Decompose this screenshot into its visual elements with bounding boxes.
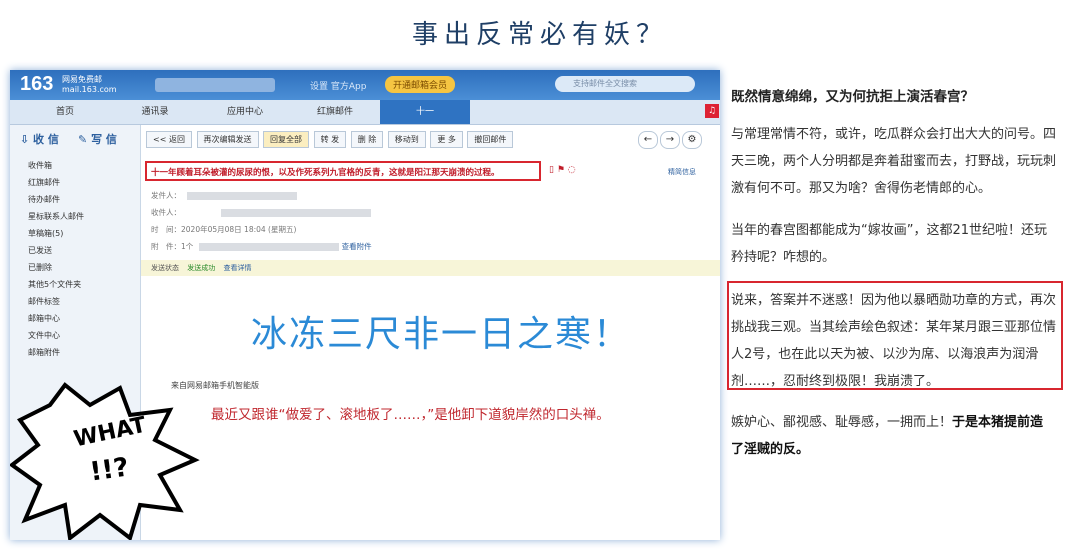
status-ok: 发送成功 (187, 264, 216, 272)
write-label: 写 信 (91, 133, 117, 146)
delete-button[interactable]: 删 除 (350, 131, 384, 148)
receive-label: 收 信 (33, 133, 59, 146)
headline: 事出反常必有妖？ (411, 20, 668, 50)
email-screenshot: 163 网易免费邮 mail.163.com 设置 官方App 开通邮箱会员 支… (10, 70, 720, 540)
account-blur (155, 78, 275, 92)
folder-deleted[interactable]: 已删除 (28, 259, 84, 276)
vip-button[interactable]: 开通邮箱会员 (385, 76, 456, 93)
next-icon[interactable]: → (660, 131, 680, 149)
folder-todo[interactable]: 待办邮件 (28, 191, 84, 208)
meta-to: 收件人： (151, 204, 372, 221)
simple-view-link[interactable]: 精简信息 (668, 167, 696, 177)
forward-button[interactable]: 转 发 (313, 131, 347, 148)
p4-normal: 嫉妒心、鄙视感、耻辱感，一拥而上！ (731, 415, 953, 430)
article-title: 既然情意绵绵，又为何抗拒上演活春宫？ (731, 89, 974, 105)
move-button[interactable]: 移动到 (387, 131, 426, 148)
tab-apps[interactable]: 应用中心 (200, 100, 290, 124)
to-blur (221, 209, 371, 217)
receive-button[interactable]: ⇩ 收 信 (20, 133, 59, 146)
folder-mail-center[interactable]: 邮箱中心 (28, 310, 84, 327)
more-button[interactable]: 更 多 (430, 131, 463, 148)
folder-file-center[interactable]: 文件中心 (28, 327, 84, 344)
logo-sub-line2: mail.163.com (62, 85, 117, 94)
reply-all-button[interactable]: 回复全部 (263, 131, 310, 148)
mail-big-text: 冰冻三尺非一日之寒！ (251, 314, 632, 355)
tab-flagged[interactable]: 红旗邮件 (290, 100, 380, 124)
sidebar-buttons: ⇩ 收 信 ✎ 写 信 (20, 131, 117, 147)
burst-marks: !!? (88, 452, 131, 488)
view-attachment-link[interactable]: 查看附件 (342, 242, 372, 251)
folder-list: 收件箱 红旗邮件 待办邮件 星标联系人邮件 草稿箱(5) 已发送 已删除 其他5… (28, 157, 84, 361)
meta-time: 时 间：2020年05月08日 18:04 (星期五) (151, 221, 372, 238)
back-button[interactable]: << 返回 (146, 131, 192, 148)
meta-from: 发件人： (151, 187, 372, 204)
folder-tags[interactable]: 邮件标签 (28, 293, 84, 310)
mail-toolbar: << 返回 再次编辑发送 回复全部 转 发 删 除 移动到 更 多 撤回邮件 (146, 131, 515, 149)
write-button[interactable]: ✎ 写 信 (78, 133, 117, 146)
logo-sub-line1: 网易免费邮 (62, 75, 102, 84)
mail-tabs: 首页 通讯录 应用中心 红旗邮件 十一 ♫ (10, 100, 720, 125)
resend-button[interactable]: 再次编辑发送 (196, 131, 259, 148)
folder-drafts[interactable]: 草稿箱(5) (28, 225, 84, 242)
folder-other[interactable]: 其他5个文件夹 (28, 276, 84, 293)
mail-red-line: 最近又跟谁“做爱了、滚地板了……，”是他卸下道貌岸然的口头禅。 (211, 407, 610, 423)
mail-meta: 发件人： 收件人： 时 间：2020年05月08日 18:04 (星期五) 附 … (151, 187, 372, 255)
att-blur (199, 243, 340, 251)
mail-logo-sub: 网易免费邮 mail.163.com (62, 75, 117, 95)
att-count: 1个 (181, 242, 194, 251)
time-label: 时 间： (151, 225, 181, 234)
send-status-row: 发送状态 发送成功 查看详情 (141, 260, 720, 276)
music-icon[interactable]: ♫ (705, 104, 719, 118)
mail-view: << 返回 再次编辑发送 回复全部 转 发 删 除 移动到 更 多 撤回邮件 ←… (141, 125, 720, 540)
mail-topbar: 163 网易免费邮 mail.163.com 设置 官方App 开通邮箱会员 支… (10, 70, 720, 100)
from-label: 发件人： (151, 191, 181, 200)
article-paragraph-4: 嫉妒心、鄙视感、耻辱感，一拥而上！于是本猪提前造了淫贼的反。 (731, 409, 1056, 463)
flag-icon[interactable]: ▯ ⚑ ◌ (549, 165, 576, 175)
folder-attachments[interactable]: 邮箱附件 (28, 344, 84, 361)
time-value: 2020年05月08日 18:04 (星期五) (181, 225, 297, 234)
meta-attachment: 附 件：1个 查看附件 (151, 238, 372, 255)
mail-nav: ← → ⚙ (636, 131, 702, 149)
article-paragraph-1: 与常理常情不符，或许，吃瓜群众会打出大大的问号。四天三晚，两个人分明都是奔着甜蜜… (731, 127, 1057, 196)
att-label: 附 件： (151, 242, 181, 251)
status-detail-link[interactable]: 查看详情 (223, 264, 251, 272)
folder-flagged[interactable]: 红旗邮件 (28, 174, 84, 191)
article-paragraph-3: 说来，答案并不迷惑！因为他以暴晒勋功章的方式，再次挑战我三观。当其绘声绘色叙述：… (731, 293, 1057, 389)
tab-contacts[interactable]: 通讯录 (110, 100, 200, 124)
article-paragraph-2: 当年的春宫图都能成为“嫁妆画”，这都21世纪啦！还玩矜持呢？咋想的。 (731, 223, 1048, 265)
folder-sent[interactable]: 已发送 (28, 242, 84, 259)
recall-button[interactable]: 撤回邮件 (467, 131, 514, 148)
mail-logo: 163 (20, 73, 54, 95)
folder-starred[interactable]: 星标联系人邮件 (28, 208, 84, 225)
prev-icon[interactable]: ← (638, 131, 658, 149)
search-input[interactable]: 支持邮件全文搜索 (555, 76, 695, 92)
from-blur (187, 192, 297, 200)
folder-inbox[interactable]: 收件箱 (28, 157, 84, 174)
gear-icon[interactable]: ⚙ (682, 131, 702, 149)
tab-home[interactable]: 首页 (20, 100, 110, 124)
status-label: 发送状态 (151, 264, 179, 272)
tab-current-mail[interactable]: 十一 (380, 100, 470, 124)
to-label: 收件人： (151, 208, 181, 217)
mail-subject: 十一年顾着耳朵被灌的尿尿的恨，以及作死系列九官格的反青，这就是阳江那天崩溃的过程… (145, 161, 541, 181)
top-links[interactable]: 设置 官方App (310, 79, 366, 92)
